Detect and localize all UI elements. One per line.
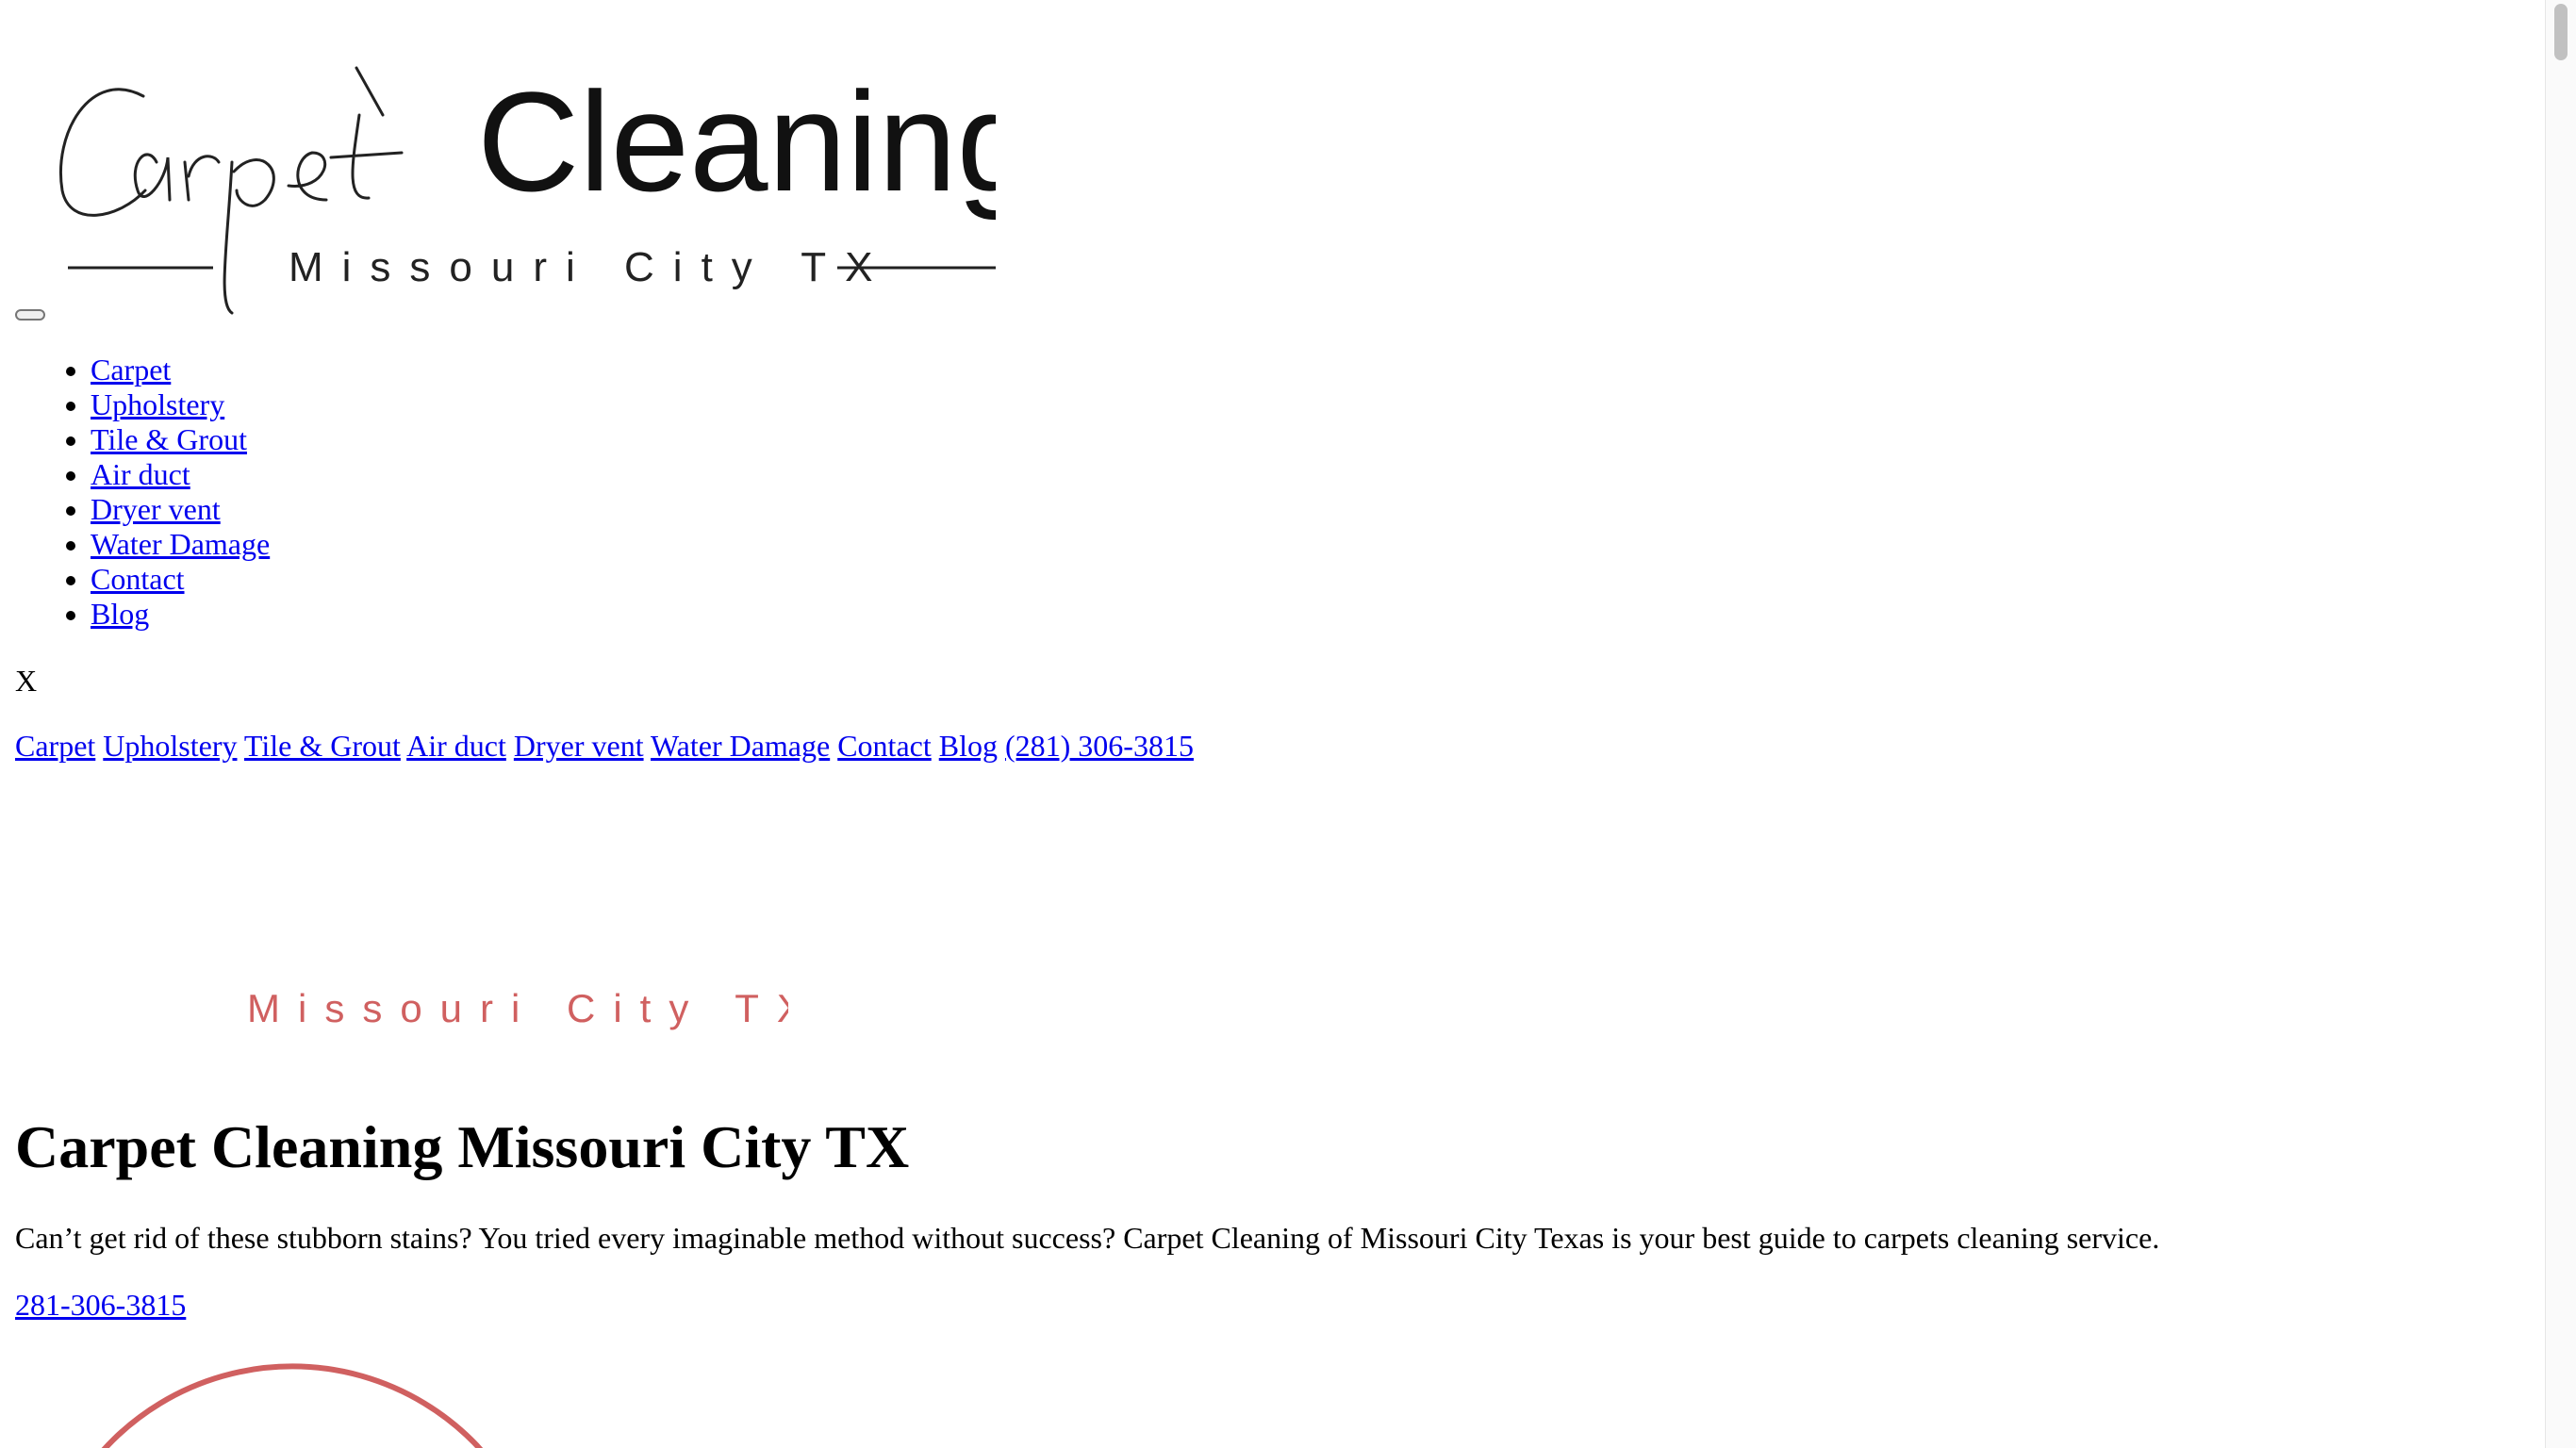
mobile-menu-link-water-damage[interactable]: Water Damage: [91, 527, 270, 561]
hero-banner-image: Missouri City TX: [15, 962, 803, 1065]
scrollbar[interactable]: [2545, 0, 2576, 1448]
mobile-menu-item: Dryer vent: [91, 492, 270, 527]
mobile-menu-item: Blog: [91, 597, 270, 632]
nav-link-carpet[interactable]: Carpet: [15, 729, 95, 763]
mobile-menu-item: Water Damage: [91, 527, 270, 562]
mobile-menu-link-blog[interactable]: Blog: [91, 597, 149, 631]
mobile-menu: Carpet Upholstery Tile & Grout Air duct …: [0, 353, 270, 632]
mobile-menu-item: Carpet: [91, 353, 270, 387]
logo-wordmark-cleaning: Cleaning: [477, 62, 996, 221]
mobile-menu-item: Upholstery: [91, 387, 270, 422]
site-logo[interactable]: Cleaning Missouri City TX: [53, 58, 996, 322]
page-title: Carpet Cleaning Missouri City TX: [15, 1113, 910, 1180]
logo-subtitle: Missouri City TX: [289, 244, 891, 290]
badge-circle-image: [38, 1337, 566, 1448]
nav-link-upholstery[interactable]: Upholstery: [103, 729, 237, 763]
nav-link-water-damage[interactable]: Water Damage: [651, 729, 830, 763]
mobile-menu-link-dryer-vent[interactable]: Dryer vent: [91, 492, 221, 526]
mobile-menu-link-tile-grout[interactable]: Tile & Grout: [91, 422, 247, 456]
nav-link-air-duct[interactable]: Air duct: [406, 729, 506, 763]
mobile-menu-item: Contact: [91, 562, 270, 597]
mobile-menu-link-upholstery[interactable]: Upholstery: [91, 387, 224, 421]
desktop-nav: Carpet Upholstery Tile & Grout Air duct …: [15, 727, 1194, 765]
intro-paragraph: Can’t get rid of these stubborn stains? …: [15, 1221, 2160, 1255]
phone-cta-link[interactable]: 281-306-3815: [15, 1286, 186, 1324]
close-menu-button[interactable]: X: [15, 662, 37, 699]
nav-link-blog[interactable]: Blog: [939, 729, 998, 763]
mobile-menu-item: Tile & Grout: [91, 422, 270, 457]
menu-toggle-button[interactable]: [15, 309, 45, 321]
banner-subtitle: Missouri City TX: [247, 986, 788, 1030]
nav-link-dryer-vent[interactable]: Dryer vent: [514, 729, 644, 763]
mobile-menu-link-carpet[interactable]: Carpet: [91, 353, 171, 387]
mobile-menu-item: Air duct: [91, 457, 270, 492]
scrollbar-thumb[interactable]: [2554, 4, 2568, 60]
nav-link-contact[interactable]: Contact: [837, 729, 932, 763]
mobile-menu-link-contact[interactable]: Contact: [91, 562, 185, 596]
nav-phone-link[interactable]: (281) 306-3815: [1005, 729, 1194, 763]
nav-link-tile-grout[interactable]: Tile & Grout: [244, 729, 401, 763]
mobile-menu-link-air-duct[interactable]: Air duct: [91, 457, 190, 491]
